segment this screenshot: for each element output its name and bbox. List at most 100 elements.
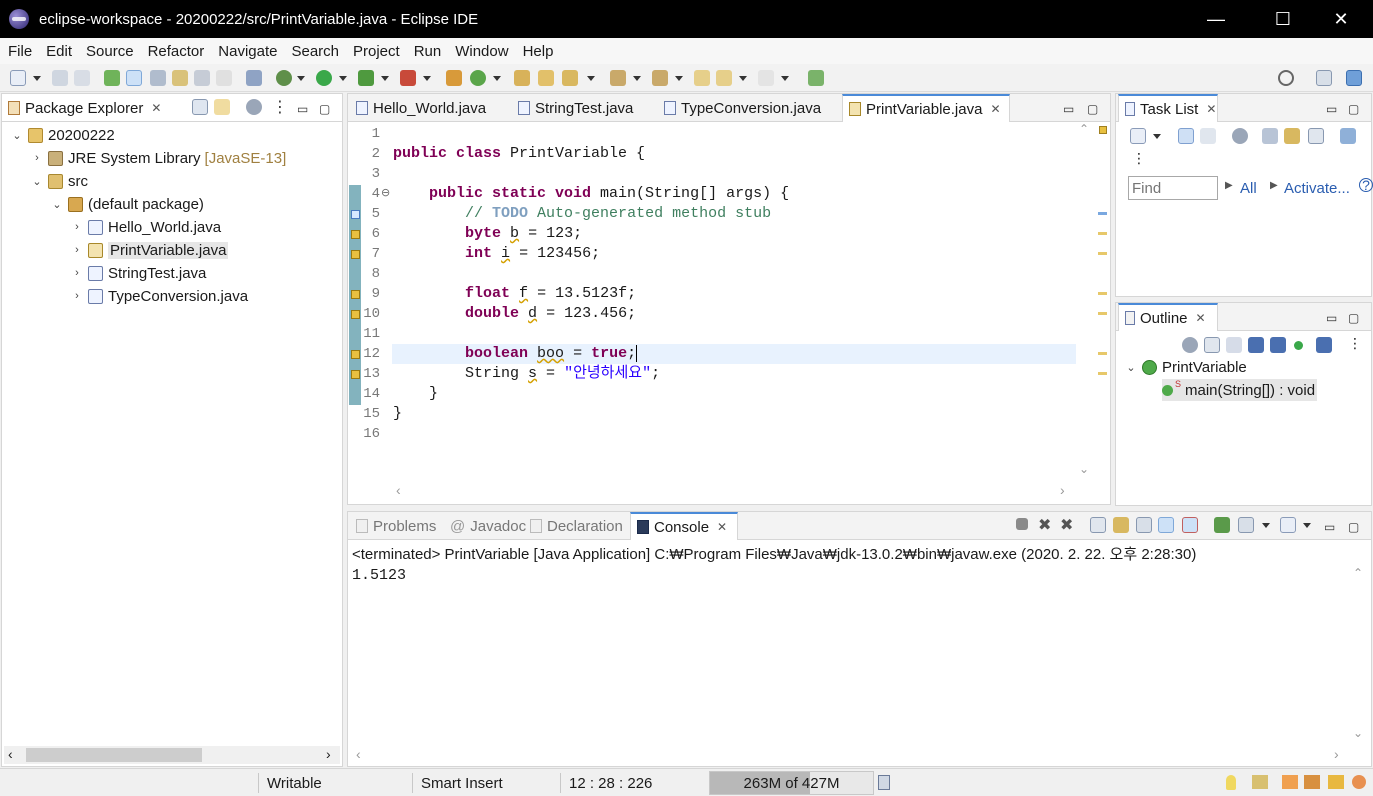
show-stderr-icon[interactable] bbox=[1182, 517, 1198, 533]
menu-run[interactable]: Run bbox=[414, 43, 442, 60]
tree-item-file[interactable]: › PrintVariable.java bbox=[70, 239, 229, 261]
search-dropdown-icon[interactable] bbox=[587, 76, 595, 81]
remove-launch-icon[interactable]: ✖ bbox=[1038, 515, 1051, 535]
tab-type-conversion[interactable]: TypeConversion.java bbox=[658, 94, 842, 122]
scroll-right-icon[interactable]: › bbox=[1060, 482, 1065, 498]
back-dropdown-icon[interactable] bbox=[739, 76, 747, 81]
close-icon[interactable]: ✕ bbox=[717, 520, 727, 534]
menu-search[interactable]: Search bbox=[291, 43, 339, 60]
tree-item-jre[interactable]: › JRE System Library [JavaSE-13] bbox=[30, 147, 286, 169]
help-icon[interactable]: ? bbox=[1359, 178, 1373, 192]
search-icon[interactable] bbox=[1278, 70, 1294, 86]
settings-gear-icon[interactable] bbox=[1352, 775, 1366, 789]
coverage-icon[interactable] bbox=[358, 70, 374, 86]
link-with-editor-icon[interactable] bbox=[214, 99, 230, 115]
remove-all-launches-icon[interactable]: ✖ bbox=[1060, 515, 1073, 535]
chevron-right-icon[interactable]: › bbox=[70, 221, 84, 233]
menu-navigate[interactable]: Navigate bbox=[218, 43, 277, 60]
tips-icon[interactable] bbox=[1282, 775, 1298, 789]
sort-icon[interactable] bbox=[1226, 337, 1242, 353]
java-perspective-icon[interactable] bbox=[104, 70, 120, 86]
new-class-dropdown-icon[interactable] bbox=[493, 76, 501, 81]
tab-javadoc[interactable]: @ Javadoc bbox=[444, 512, 526, 540]
save-all-icon[interactable] bbox=[74, 70, 90, 86]
horizontal-scrollbar[interactable]: ‹ › bbox=[4, 746, 340, 764]
menu-file[interactable]: File bbox=[8, 43, 32, 60]
overview-warning-mark[interactable] bbox=[1098, 352, 1107, 355]
chevron-right-icon[interactable]: › bbox=[70, 290, 84, 302]
tab-declaration[interactable]: Declaration bbox=[524, 512, 630, 540]
focus-workweek-icon[interactable] bbox=[1232, 128, 1248, 144]
maximize-button[interactable]: ☐ bbox=[1260, 0, 1306, 38]
save-icon[interactable] bbox=[52, 70, 68, 86]
forward-dropdown-icon[interactable] bbox=[781, 76, 789, 81]
scroll-left-icon[interactable]: ‹ bbox=[356, 746, 361, 762]
new-task-dropdown-icon[interactable] bbox=[1153, 134, 1161, 139]
close-icon[interactable]: ✕ bbox=[1196, 311, 1206, 325]
overview-warning-mark[interactable] bbox=[1098, 292, 1107, 295]
scrollbar-thumb[interactable] bbox=[26, 748, 202, 762]
view-menu-icon[interactable]: ⋮ bbox=[272, 97, 288, 117]
overview-warning-mark[interactable] bbox=[1098, 252, 1107, 255]
open-console-icon[interactable] bbox=[1280, 517, 1296, 533]
debug-dropdown-icon[interactable] bbox=[297, 76, 305, 81]
java-perspective-button-icon[interactable] bbox=[1346, 70, 1362, 86]
show-whitespace-icon[interactable] bbox=[172, 70, 188, 86]
close-icon[interactable]: ✕ bbox=[1206, 102, 1216, 116]
open-task-icon[interactable] bbox=[538, 70, 554, 86]
chevron-down-icon[interactable]: ⌄ bbox=[50, 198, 64, 211]
overview-warning-icon[interactable] bbox=[1099, 126, 1107, 134]
pin-editor-icon[interactable] bbox=[808, 70, 824, 86]
last-edit-location-icon[interactable] bbox=[694, 70, 710, 86]
show-stdout-icon[interactable] bbox=[1158, 517, 1174, 533]
debug-icon[interactable] bbox=[276, 70, 292, 86]
minimize-view-icon[interactable]: ▭ bbox=[1326, 102, 1337, 116]
task-repositories-icon[interactable] bbox=[1340, 128, 1356, 144]
clear-console-icon[interactable] bbox=[1090, 517, 1106, 533]
fold-collapse-icon[interactable]: ⊖ bbox=[381, 186, 390, 199]
new-dropdown-icon[interactable] bbox=[33, 76, 41, 81]
tab-outline[interactable]: Outline ✕ bbox=[1118, 303, 1218, 331]
synchronize-icon[interactable] bbox=[1284, 128, 1300, 144]
outline-item-class[interactable]: ⌄ PrintVariable bbox=[1124, 356, 1246, 378]
block-selection-icon[interactable] bbox=[194, 70, 210, 86]
chevron-right-icon[interactable]: › bbox=[70, 267, 84, 279]
forward-icon[interactable] bbox=[758, 70, 774, 86]
next-annotation-nav-icon[interactable] bbox=[610, 70, 626, 86]
maximize-view-icon[interactable]: ▢ bbox=[319, 102, 330, 116]
tab-string-test[interactable]: StringTest.java bbox=[512, 94, 658, 122]
tree-item-default-package[interactable]: ⌄ (default package) bbox=[50, 193, 204, 215]
coverage-dropdown-icon[interactable] bbox=[381, 76, 389, 81]
open-console-dropdown-icon[interactable] bbox=[1303, 523, 1311, 528]
new-icon[interactable] bbox=[10, 70, 26, 86]
overview-warning-mark[interactable] bbox=[1098, 372, 1107, 375]
tree-item-file[interactable]: › StringTest.java bbox=[70, 262, 206, 284]
tab-task-list[interactable]: Task List ✕ bbox=[1118, 94, 1218, 122]
hide-local-types-icon[interactable] bbox=[1316, 337, 1332, 353]
open-perspective-icon[interactable] bbox=[1316, 70, 1332, 86]
menu-help[interactable]: Help bbox=[523, 43, 554, 60]
tree-item-project[interactable]: ⌄ 20200222 bbox=[10, 124, 114, 146]
hide-completed-icon[interactable] bbox=[1262, 128, 1278, 144]
tab-print-variable[interactable]: PrintVariable.java ✕ bbox=[842, 94, 1010, 122]
collapse-all-icon[interactable] bbox=[1204, 337, 1220, 353]
menu-refactor[interactable]: Refactor bbox=[148, 43, 205, 60]
minimize-button[interactable]: — bbox=[1193, 0, 1239, 38]
open-type-icon[interactable] bbox=[514, 70, 530, 86]
scroll-left-icon[interactable]: ‹ bbox=[396, 482, 401, 498]
view-menu-icon[interactable]: ⋮ bbox=[1132, 150, 1146, 167]
display-console-dropdown-icon[interactable] bbox=[1262, 523, 1270, 528]
chevron-right-icon[interactable]: › bbox=[30, 152, 44, 164]
maximize-view-icon[interactable]: ▢ bbox=[1087, 102, 1098, 116]
overview-warning-mark[interactable] bbox=[1098, 232, 1107, 235]
minimize-view-icon[interactable]: ▭ bbox=[1063, 102, 1074, 116]
categorized-icon[interactable] bbox=[1178, 128, 1194, 144]
menu-window[interactable]: Window bbox=[455, 43, 508, 60]
focus-active-task-icon[interactable] bbox=[246, 99, 262, 115]
close-icon[interactable]: ✕ bbox=[990, 102, 1000, 116]
collapse-all-icon[interactable] bbox=[192, 99, 208, 115]
word-wrap-icon[interactable] bbox=[1136, 517, 1152, 533]
back-icon[interactable] bbox=[716, 70, 732, 86]
tab-hello-world[interactable]: Hello_World.java bbox=[350, 94, 512, 122]
status-cursor-position[interactable]: 12 : 28 : 226 bbox=[569, 769, 652, 796]
